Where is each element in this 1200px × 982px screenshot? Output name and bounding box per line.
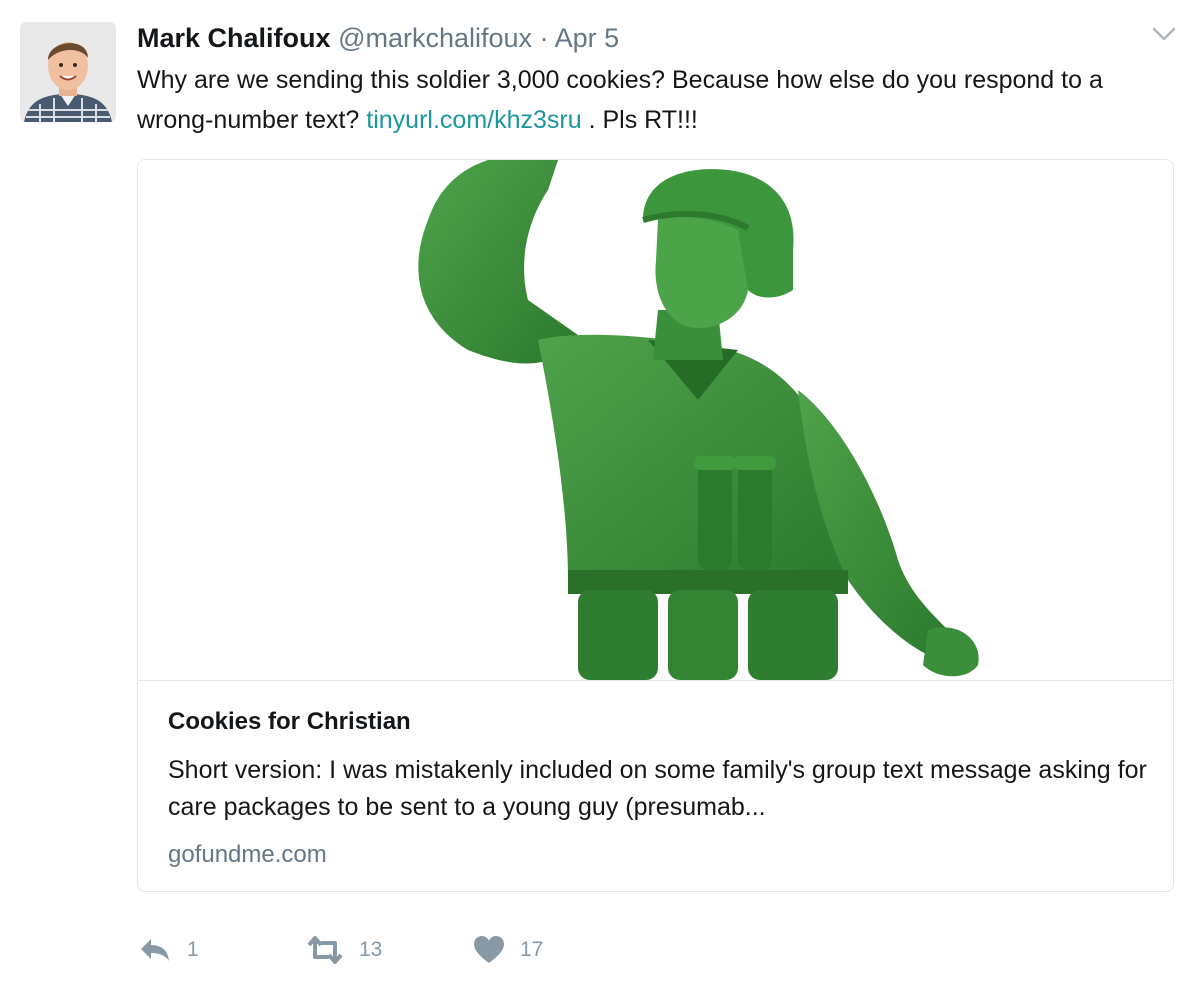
tweet-text: Why are we sending this soldier 3,000 co… [137,60,1157,140]
card-image [138,160,1173,680]
author-handle[interactable]: @markchalifoux [338,23,532,53]
card-title: Cookies for Christian [168,708,411,735]
tweet-timestamp[interactable]: Apr 5 [555,23,620,53]
heart-icon [474,936,504,963]
link-card[interactable]: Cookies for Christian Short version: I w… [137,159,1174,892]
like-count: 17 [520,938,544,961]
author-name[interactable]: Mark Chalifoux [137,23,331,53]
caret-down-icon[interactable] [1150,24,1178,44]
like-button[interactable]: 17 [472,928,543,972]
reply-count: 1 [187,938,199,961]
retweet-count: 13 [359,938,383,961]
tweet: Mark Chalifoux @markchalifoux · Apr 5 Wh… [0,0,1200,982]
avatar[interactable] [20,22,116,122]
reply-icon [141,939,169,961]
army-man-figurine [418,160,979,680]
card-domain: gofundme.com [168,841,327,868]
header-separator: · [539,23,549,53]
tweet-link[interactable]: tinyurl.com/khz3sru [366,106,581,134]
retweet-button[interactable]: 13 [305,928,382,972]
retweet-icon [307,936,343,964]
tweet-text-tail: . Pls RT!!! [588,106,698,134]
avatar-photo [20,22,116,122]
card-divider [138,680,1173,681]
card-description: Short version: I was mistakenly included… [168,756,1147,821]
reply-button[interactable]: 1 [137,928,199,972]
tweet-header: Mark Chalifoux @markchalifoux · Apr 5 [137,20,619,56]
